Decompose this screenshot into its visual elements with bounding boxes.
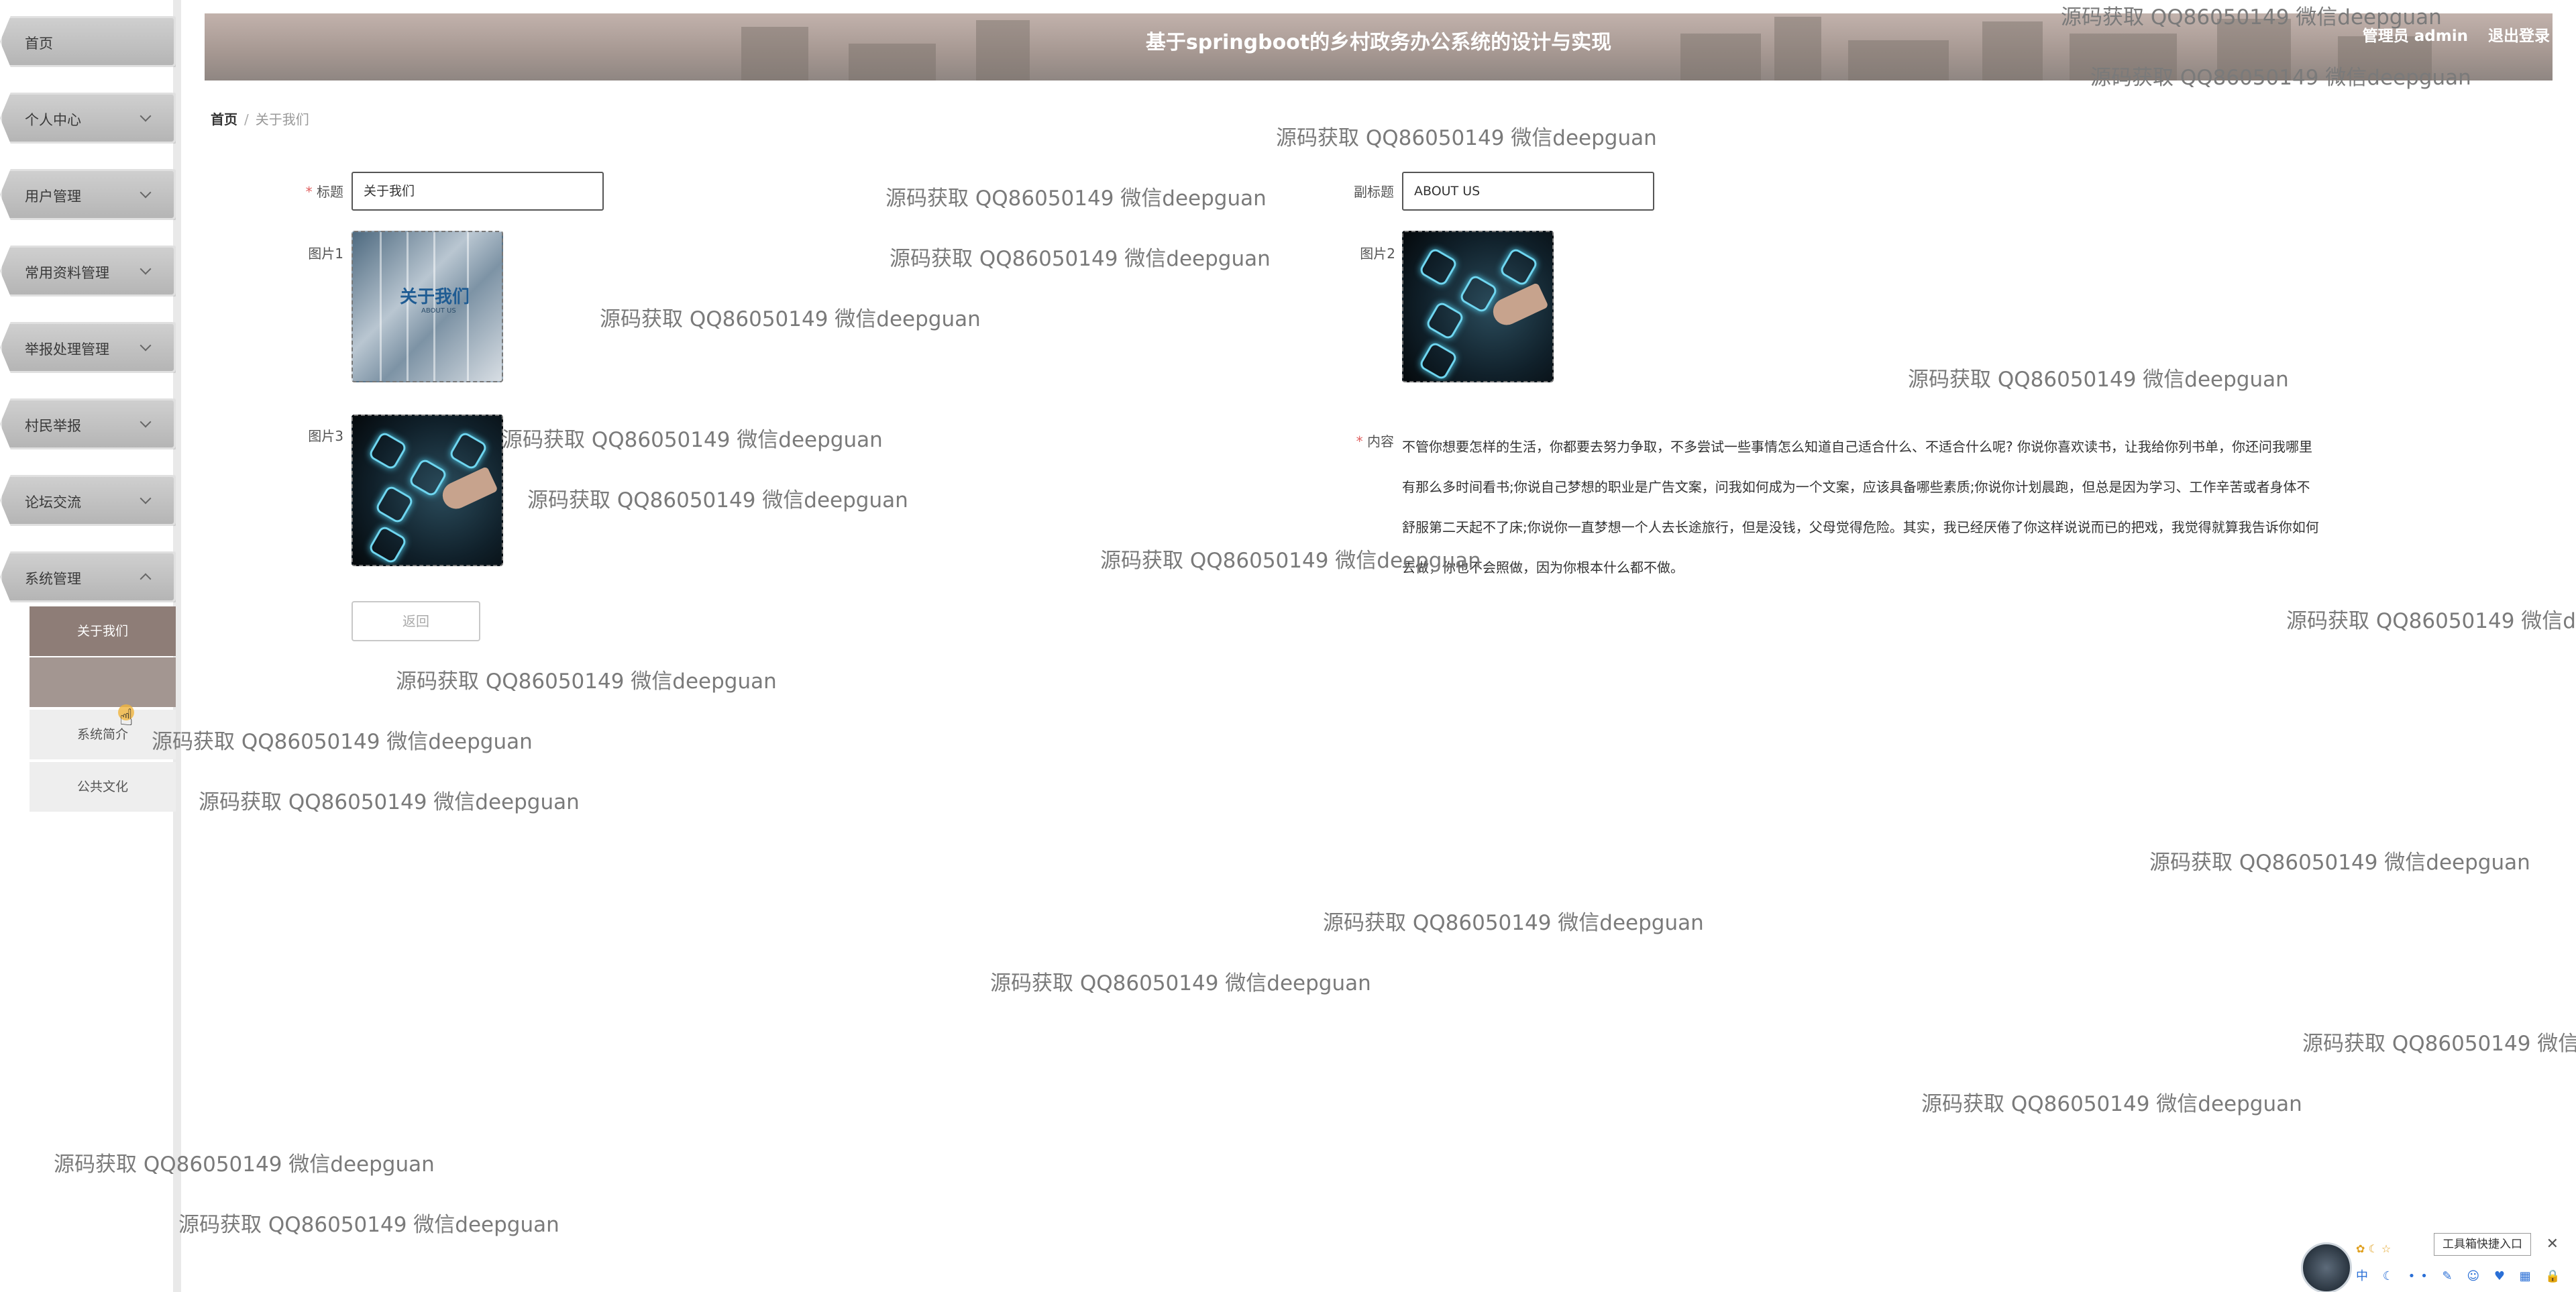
- menu-label: 首页: [25, 36, 53, 52]
- title-label: * 标题: [305, 184, 343, 200]
- content-text: 不管你想要怎样的生活，你都要去努力争取，不多尝试一些事情怎么知道自己适合什么、不…: [1402, 439, 2319, 576]
- toolbox-entry-button[interactable]: 工具箱快捷入口: [2434, 1233, 2531, 1256]
- title-input[interactable]: 关于我们: [352, 172, 604, 211]
- watermark: 源码获取 QQ86050149 微信deepguan: [199, 790, 580, 814]
- building-line: [380, 232, 382, 381]
- hand-graphic: [438, 466, 498, 514]
- hexagon-graphic: [1417, 340, 1459, 381]
- close-icon[interactable]: ✕: [2546, 1236, 2559, 1252]
- breadcrumb-separator: /: [244, 111, 249, 127]
- menu-item-personal-center[interactable]: 个人中心: [0, 93, 176, 144]
- status-icons: ✿ ☾ ☆: [2356, 1242, 2392, 1255]
- menu-item-system-management[interactable]: 系统管理: [0, 551, 176, 602]
- watermark: 源码获取 QQ86050149 微信deepguan: [990, 971, 1371, 995]
- watermark: 源码获取 QQ86050149 微信deepguan: [1276, 126, 1657, 150]
- menu-label: 个人中心: [25, 112, 81, 128]
- watermark: 源码获取 QQ86050149 微信deepguan: [178, 1213, 559, 1237]
- watermark: 源码获取 QQ86050149 微信deepguan: [2090, 66, 2471, 90]
- hexagon-graphic: [1498, 246, 1540, 288]
- watermark: 源码获取 QQ86050149 微信deepguan: [54, 1152, 435, 1177]
- menu-item-home[interactable]: 首页: [0, 16, 176, 67]
- chevron-down-icon: [140, 263, 152, 275]
- pic1-subcaption: ABOUT US: [421, 307, 456, 315]
- menu-label: 常用资料管理: [25, 265, 109, 281]
- hand-cursor-icon: ☝: [119, 704, 133, 731]
- watermark: 源码获取 QQ86050149 微信deepguan: [2061, 5, 2442, 30]
- menu-item-forum[interactable]: 论坛交流: [0, 475, 176, 526]
- pic1-upload[interactable]: 关于我们 ABOUT US: [352, 231, 503, 382]
- watermark: 源码获取 QQ86050149 微信deepguan: [885, 186, 1267, 211]
- subtitle-input[interactable]: ABOUT US: [1402, 172, 1654, 211]
- chevron-down-icon: [140, 110, 152, 122]
- pic3-label: 图片3: [308, 428, 343, 444]
- hexagon-graphic: [374, 484, 415, 525]
- watermark: 源码获取 QQ86050149 微信deepguan: [2286, 609, 2576, 633]
- menu-item-report-handling[interactable]: 举报处理管理: [0, 322, 176, 373]
- chevron-down-icon: [140, 492, 152, 504]
- watermark: 源码获取 QQ86050149 微信deepguan: [2302, 1032, 2576, 1056]
- pic3-upload[interactable]: [352, 415, 503, 566]
- pic2-upload[interactable]: [1402, 231, 1554, 382]
- watermark: 源码获取 QQ86050149 微信deepguan: [890, 247, 1271, 271]
- watermark: 源码获取 QQ86050149 微信deepguan: [1908, 368, 2289, 392]
- watermark: 源码获取 QQ86050149 微信deepguan: [600, 307, 981, 331]
- pic2-label: 图片2: [1360, 246, 1395, 262]
- chevron-down-icon: [140, 416, 152, 428]
- chevron-up-icon: [140, 573, 152, 585]
- submenu-item-hovered[interactable]: [30, 657, 176, 707]
- menu-label: 举报处理管理: [25, 341, 109, 358]
- toolbox-widget: ✿ ☾ ☆ 工具箱快捷入口 ✕ 中 ☾ •• ✎ ☺ ♥ ▦ 🔒: [2294, 1232, 2576, 1292]
- hexagon-graphic: [367, 524, 409, 565]
- chevron-down-icon: [140, 186, 152, 199]
- hand-graphic: [1489, 282, 1549, 330]
- hexagon-graphic: [1417, 246, 1459, 288]
- hexagon-graphic: [447, 430, 489, 472]
- watermark: 源码获取 QQ86050149 微信deepguan: [152, 730, 533, 754]
- avatar[interactable]: [2301, 1242, 2352, 1292]
- watermark: 源码获取 QQ86050149 微信deepguan: [1100, 549, 1481, 573]
- back-button[interactable]: 返回: [352, 601, 480, 641]
- watermark: 源码获取 QQ86050149 微信deepguan: [1323, 911, 1704, 935]
- content-label: * 内容: [1356, 433, 1394, 449]
- watermark: 源码获取 QQ86050149 微信deepguan: [502, 428, 883, 452]
- logout-link[interactable]: 退出登录: [2488, 23, 2550, 46]
- breadcrumb-current: 关于我们: [255, 111, 309, 127]
- sidebar: 首页 个人中心 用户管理 常用资料管理 举报处理管理 村民举报 论坛交流 系统管…: [0, 0, 181, 1292]
- pic1-caption: 关于我们: [400, 287, 470, 307]
- subtitle-label: 副标题: [1354, 184, 1394, 200]
- submenu-about-us[interactable]: 关于我们: [30, 606, 176, 656]
- pic1-label: 图片1: [308, 246, 343, 262]
- breadcrumb-home[interactable]: 首页: [211, 111, 237, 127]
- breadcrumb: 首页 / 关于我们: [211, 109, 309, 128]
- menu-item-user-management[interactable]: 用户管理: [0, 169, 176, 220]
- hexagon-graphic: [1424, 300, 1466, 341]
- toolbar-icons[interactable]: 中 ☾ •• ✎ ☺ ♥ ▦ 🔒: [2356, 1267, 2566, 1284]
- chevron-down-icon: [140, 339, 152, 352]
- menu-item-villager-report[interactable]: 村民举报: [0, 398, 176, 449]
- watermark: 源码获取 QQ86050149 微信deepguan: [527, 488, 908, 513]
- watermark: 源码获取 QQ86050149 微信deepguan: [2149, 851, 2530, 875]
- menu-label: 用户管理: [25, 189, 81, 205]
- submenu-public-culture[interactable]: 公共文化: [30, 762, 176, 812]
- menu-item-common-materials[interactable]: 常用资料管理: [0, 246, 176, 297]
- menu-label: 论坛交流: [25, 494, 81, 510]
- menu-label: 村民举报: [25, 418, 81, 434]
- watermark: 源码获取 QQ86050149 微信deepguan: [396, 669, 777, 694]
- hexagon-graphic: [367, 430, 409, 472]
- watermark: 源码获取 QQ86050149 微信deepguan: [1921, 1092, 2302, 1116]
- menu-label: 系统管理: [25, 571, 81, 587]
